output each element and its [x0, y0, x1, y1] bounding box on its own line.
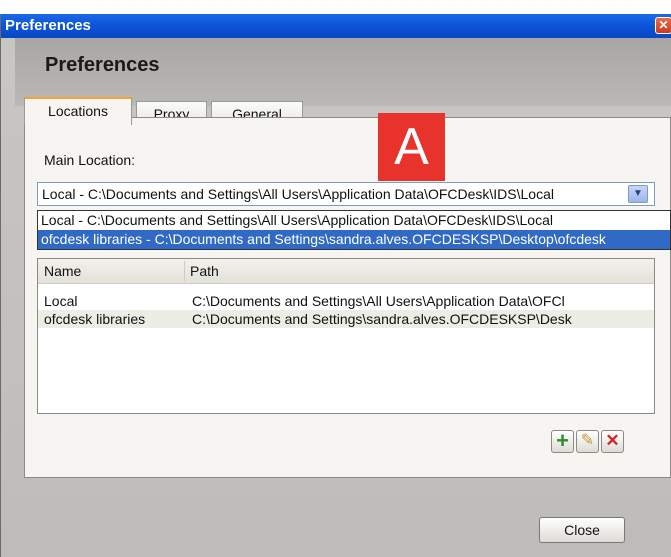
table-row[interactable]: ofcdesk libraries C:\Documents and Setti…: [38, 310, 654, 328]
header-banner: Preferences: [15, 38, 671, 106]
row-path: C:\Documents and Settings\All Users\Appl…: [192, 293, 565, 309]
table-header: Name Path: [38, 259, 654, 284]
delete-location-button[interactable]: ✕: [601, 430, 624, 453]
dropdown-option[interactable]: Local - C:\Documents and Settings\All Us…: [38, 211, 670, 230]
row-path: C:\Documents and Settings\sandra.alves.O…: [192, 311, 572, 327]
row-name: ofcdesk libraries: [44, 311, 146, 327]
page-title: Preferences: [45, 54, 160, 76]
dropdown-option[interactable]: ofcdesk libraries - C:\Documents and Set…: [38, 230, 670, 249]
delete-x-icon: ✕: [605, 431, 620, 450]
chevron-down-icon[interactable]: ▼: [628, 185, 648, 203]
row-name: Local: [44, 293, 78, 309]
plus-icon: +: [556, 428, 569, 453]
close-icon[interactable]: ✕: [655, 17, 671, 34]
window-title: Preferences: [5, 17, 91, 34]
pencil-icon: ✎: [580, 432, 595, 449]
edit-location-button[interactable]: ✎: [576, 430, 599, 453]
tab-locations[interactable]: Locations: [24, 97, 132, 125]
tab-label: Locations: [48, 103, 108, 119]
column-header-path[interactable]: Path: [190, 263, 219, 279]
main-location-dropdown: Local - C:\Documents and Settings\All Us…: [37, 210, 671, 250]
main-location-label: Main Location:: [44, 152, 136, 168]
table-row[interactable]: Local C:\Documents and Settings\All User…: [38, 292, 654, 310]
close-button[interactable]: Close: [539, 517, 625, 543]
annotation-badge: A: [378, 113, 445, 181]
main-location-value: Local - C:\Documents and Settings\All Us…: [42, 186, 554, 202]
main-location-select[interactable]: Local - C:\Documents and Settings\All Us…: [37, 182, 655, 206]
locations-table: Name Path Local C:\Documents and Setting…: [37, 258, 655, 414]
column-divider[interactable]: [184, 261, 185, 281]
add-location-button[interactable]: +: [551, 430, 574, 453]
title-bar[interactable]: Preferences ✕: [1, 14, 671, 38]
column-header-name[interactable]: Name: [44, 263, 81, 279]
